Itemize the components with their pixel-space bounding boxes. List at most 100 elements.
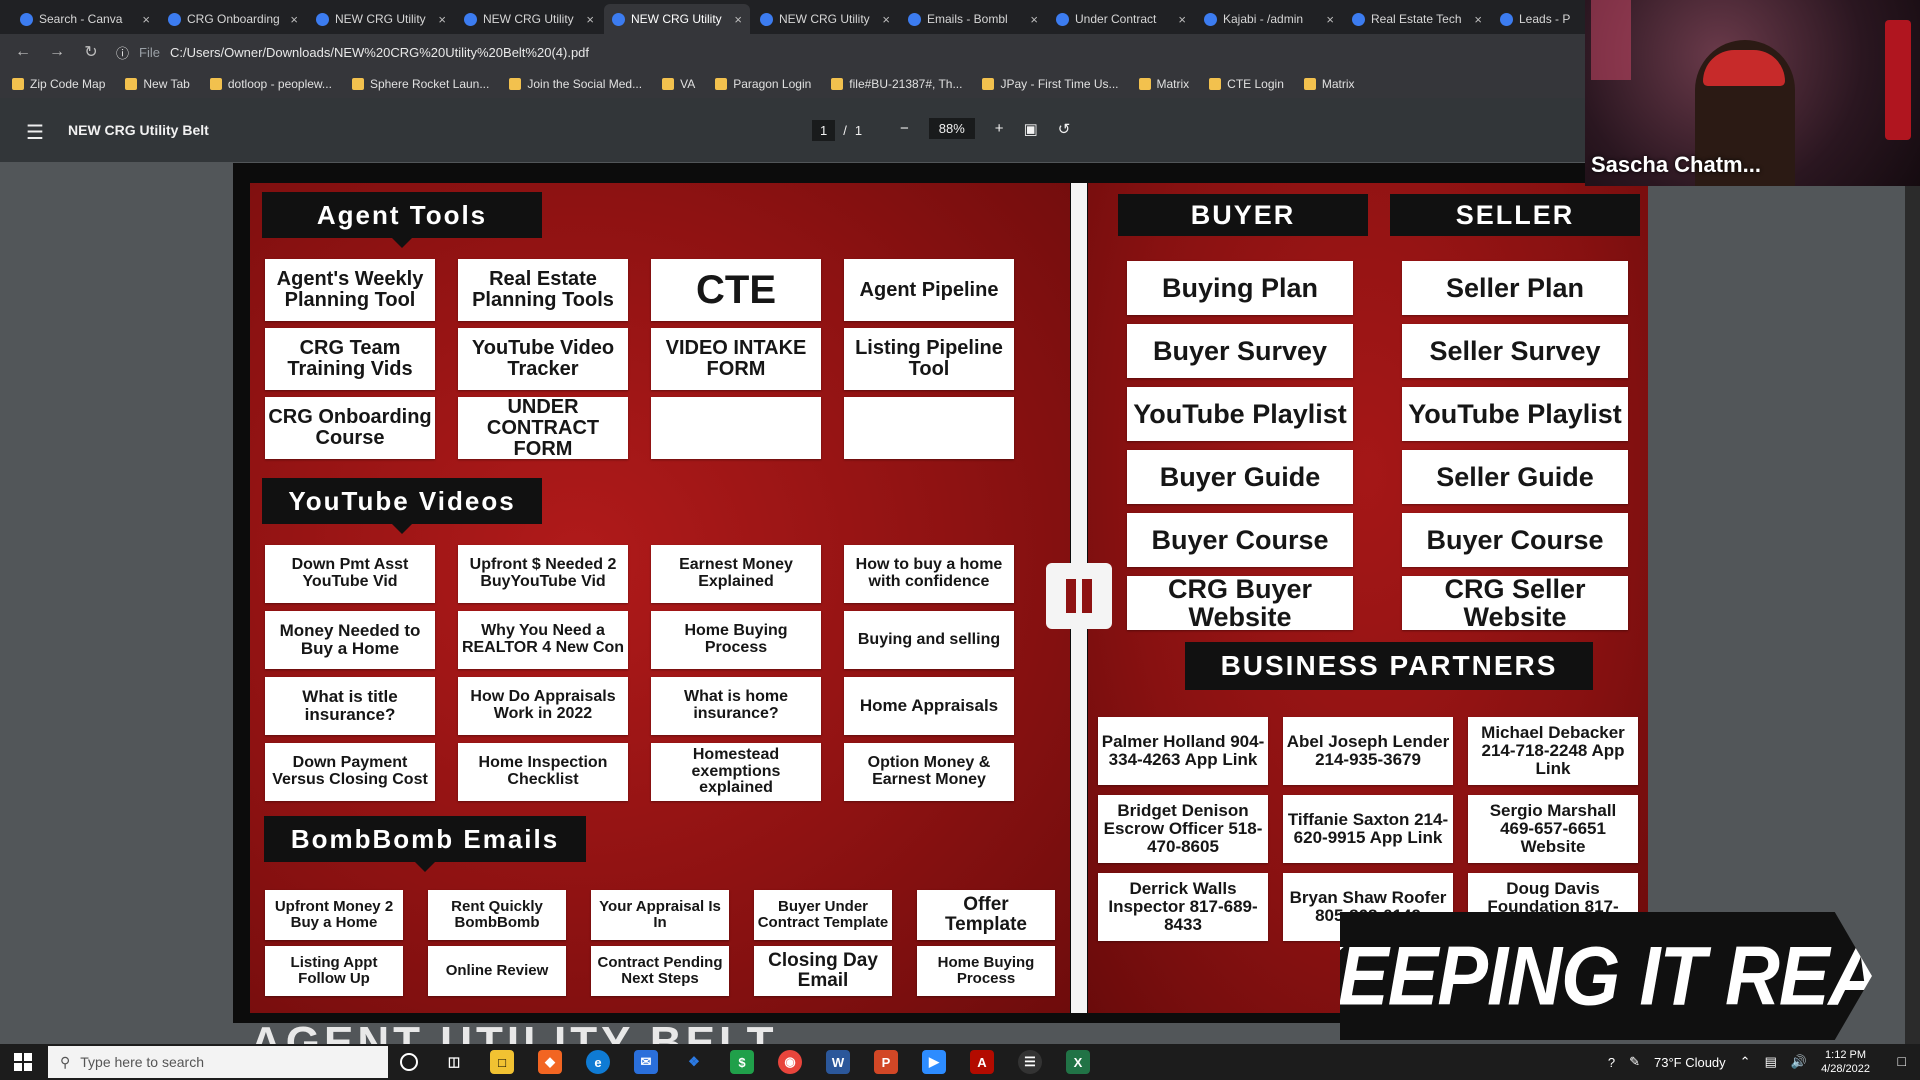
agent-tool-card[interactable]: Agent's Weekly Planning Tool	[265, 259, 435, 321]
seller-card[interactable]: Seller Plan	[1402, 261, 1628, 315]
bombbomb-email-card[interactable]: Online Review	[428, 946, 566, 996]
seller-card[interactable]: Seller Survey	[1402, 324, 1628, 378]
bookmark-item[interactable]: Matrix	[1138, 77, 1189, 91]
business-partner-card[interactable]: Palmer Holland 904-334-4263 App Link	[1098, 717, 1268, 785]
taskbar-search-box[interactable]: ⚲ Type here to search	[48, 1046, 388, 1078]
business-partner-card[interactable]: Abel Joseph Lender 214-935-3679	[1283, 717, 1453, 785]
buyer-card[interactable]: YouTube Playlist	[1127, 387, 1353, 441]
youtube-video-card[interactable]: What is title insurance?	[265, 677, 435, 735]
youtube-video-card[interactable]: Money Needed to Buy a Home	[265, 611, 435, 669]
close-icon[interactable]: ×	[1474, 12, 1482, 27]
fit-page-icon[interactable]: ▣	[1024, 120, 1038, 138]
seller-card[interactable]: Buyer Course	[1402, 513, 1628, 567]
zoom-out-icon[interactable]: −	[900, 120, 909, 137]
bombbomb-email-card[interactable]: Closing Day Email	[754, 946, 892, 996]
notifications-icon[interactable]: □	[1898, 1053, 1906, 1069]
buyer-card[interactable]: Buyer Course	[1127, 513, 1353, 567]
agent-tool-card[interactable]: YouTube Video Tracker	[458, 328, 628, 390]
bookmark-item[interactable]: VA	[662, 77, 695, 91]
rotate-icon[interactable]: ↺	[1058, 120, 1071, 138]
youtube-video-card[interactable]: Home Buying Process	[651, 611, 821, 669]
browser-tab[interactable]: Search - Canva ×	[12, 4, 158, 34]
bookmark-item[interactable]: file#BU-21387#, Th...	[831, 77, 962, 91]
clock[interactable]: 1:12 PM 4/28/2022	[1821, 1048, 1870, 1077]
buyer-card[interactable]: CRG Buyer Website	[1127, 576, 1353, 630]
bookmark-item[interactable]: Paragon Login	[715, 77, 811, 91]
bombbomb-email-card[interactable]: Rent Quickly BombBomb	[428, 890, 566, 940]
business-partner-card[interactable]: Sergio Marshall 469-657-6651 Website	[1468, 795, 1638, 863]
agent-tool-card[interactable]: CRG Onboarding Course	[265, 397, 435, 459]
bombbomb-email-card[interactable]: Offer Template	[917, 890, 1055, 940]
bookmark-item[interactable]: JPay - First Time Us...	[982, 77, 1119, 91]
close-icon[interactable]: ×	[290, 12, 298, 27]
close-icon[interactable]: ×	[142, 12, 150, 27]
bookmark-item[interactable]: Zip Code Map	[12, 77, 105, 91]
bookmark-item[interactable]: dotloop - peoplew...	[209, 77, 332, 91]
close-icon[interactable]: ×	[586, 12, 594, 27]
browser-tab[interactable]: Real Estate Tech ×	[1344, 4, 1490, 34]
bombbomb-email-card[interactable]: Buyer Under Contract Template	[754, 890, 892, 940]
agent-tool-card[interactable]: Agent Pipeline	[844, 259, 1014, 321]
youtube-video-card[interactable]: What is home insurance?	[651, 677, 821, 735]
url-text[interactable]: C:/Users/Owner/Downloads/NEW%20CRG%20Uti…	[170, 45, 589, 60]
hamburger-menu-icon[interactable]: ☰	[26, 120, 44, 145]
close-icon[interactable]: ×	[1178, 12, 1186, 27]
help-icon[interactable]: ?	[1608, 1055, 1615, 1070]
business-partner-card[interactable]: Michael Debacker 214-718-2248 App Link	[1468, 717, 1638, 785]
buyer-card[interactable]: Buying Plan	[1127, 261, 1353, 315]
bombbomb-email-card[interactable]: Listing Appt Follow Up	[265, 946, 403, 996]
chevron-up-icon[interactable]: ⌃	[1740, 1054, 1751, 1070]
browser-tab[interactable]: Kajabi - /admin ×	[1196, 4, 1342, 34]
bombbomb-email-card[interactable]: Home Buying Process	[917, 946, 1055, 996]
youtube-video-card[interactable]: Earnest Money Explained	[651, 545, 821, 603]
weather-label[interactable]: 73°F Cloudy	[1654, 1055, 1726, 1070]
bookmark-item[interactable]: New Tab	[125, 77, 190, 91]
bookmark-item[interactable]: CTE Login	[1209, 77, 1284, 91]
youtube-video-card[interactable]: How to buy a home with confidence	[844, 545, 1014, 603]
zoom-in-icon[interactable]: +	[995, 120, 1004, 137]
youtube-video-card[interactable]: Why You Need a REALTOR 4 New Con	[458, 611, 628, 669]
agent-tool-card[interactable]: CTE	[651, 259, 821, 321]
youtube-video-card[interactable]: Home Inspection Checklist	[458, 743, 628, 801]
bookmark-item[interactable]: Sphere Rocket Laun...	[351, 77, 489, 91]
network-icon[interactable]: ▤	[1765, 1054, 1777, 1070]
agent-tool-card[interactable]: Real Estate Planning Tools	[458, 259, 628, 321]
seller-card[interactable]: CRG Seller Website	[1402, 576, 1628, 630]
buyer-card[interactable]: Buyer Guide	[1127, 450, 1353, 504]
cortana-icon[interactable]	[400, 1053, 418, 1071]
seller-card[interactable]: YouTube Playlist	[1402, 387, 1628, 441]
edge-browser-icon[interactable]: e	[586, 1050, 610, 1074]
chrome-browser-icon[interactable]: ◉	[778, 1050, 802, 1074]
forward-arrow-icon[interactable]: →	[48, 43, 66, 61]
agent-tool-card[interactable]	[844, 397, 1014, 459]
volume-icon[interactable]: 🔊	[1791, 1054, 1807, 1070]
media-app-icon[interactable]: ☰	[1018, 1050, 1042, 1074]
browser-tab[interactable]: CRG Onboarding ×	[160, 4, 306, 34]
business-partner-card[interactable]: Tiffanie Saxton 214-620-9915 App Link	[1283, 795, 1453, 863]
close-icon[interactable]: ×	[1326, 12, 1334, 27]
close-icon[interactable]: ×	[882, 12, 890, 27]
youtube-video-card[interactable]: Home Appraisals	[844, 677, 1014, 735]
reload-icon[interactable]: ↻	[82, 42, 100, 62]
url-field[interactable]: ⓘ File C:/Users/Owner/Downloads/NEW%20CR…	[116, 43, 589, 62]
agent-tool-card[interactable]: CRG Team Training Vids	[265, 328, 435, 390]
word-icon[interactable]: W	[826, 1050, 850, 1074]
agent-tool-card[interactable]: Listing Pipeline Tool	[844, 328, 1014, 390]
agent-tool-card[interactable]: VIDEO INTAKE FORM	[651, 328, 821, 390]
browser-tab[interactable]: NEW CRG Utility ×	[604, 4, 750, 34]
close-icon[interactable]: ×	[1030, 12, 1038, 27]
browser-tab[interactable]: Emails - Bombl ×	[900, 4, 1046, 34]
close-icon[interactable]: ×	[438, 12, 446, 27]
powerpoint-icon[interactable]: P	[874, 1050, 898, 1074]
back-arrow-icon[interactable]: ←	[14, 43, 32, 61]
seller-card[interactable]: Seller Guide	[1402, 450, 1628, 504]
close-icon[interactable]: ×	[734, 12, 742, 27]
buyer-card[interactable]: Buyer Survey	[1127, 324, 1353, 378]
bombbomb-email-card[interactable]: Contract Pending Next Steps	[591, 946, 729, 996]
youtube-video-card[interactable]: Buying and selling	[844, 611, 1014, 669]
business-partner-card[interactable]: Bridget Denison Escrow Officer 518-470-8…	[1098, 795, 1268, 863]
browser-tab[interactable]: NEW CRG Utility ×	[456, 4, 602, 34]
browser-tab[interactable]: NEW CRG Utility ×	[308, 4, 454, 34]
dropbox-icon[interactable]: ❖	[682, 1050, 706, 1074]
browser-tab[interactable]: Under Contract ×	[1048, 4, 1194, 34]
